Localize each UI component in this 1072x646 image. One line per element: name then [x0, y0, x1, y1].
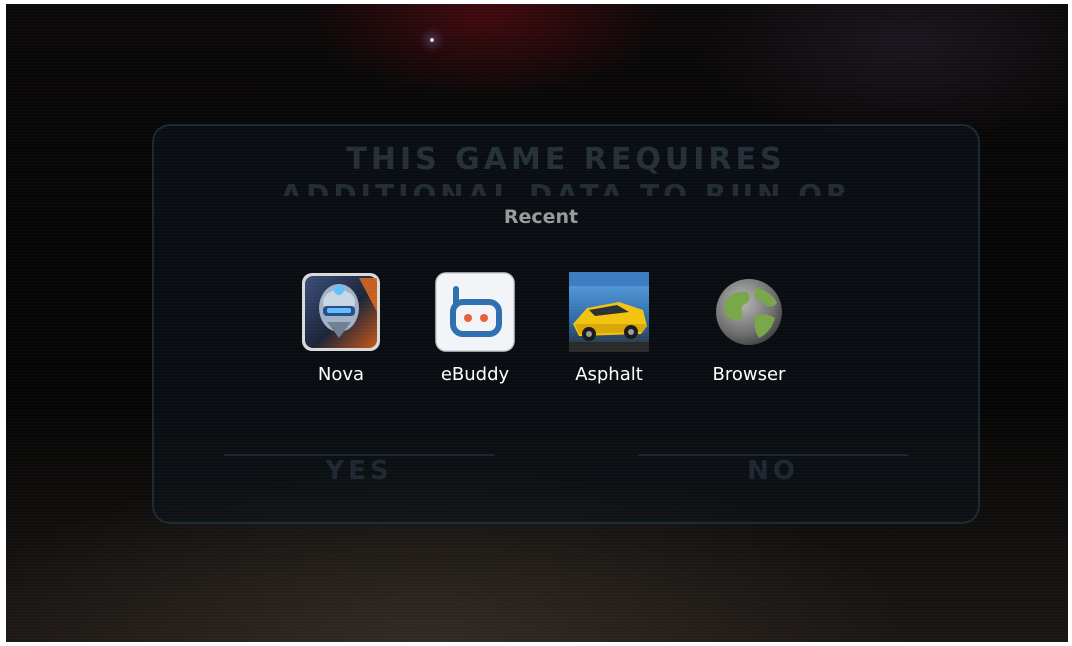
recent-app-nova[interactable]: Nova	[286, 272, 396, 385]
recent-apps-panel: Recent Nova eBuddy Asphalt Browser	[266, 192, 816, 412]
game-yes-button: YES	[224, 454, 494, 496]
recent-app-asphalt[interactable]: Asphalt	[554, 272, 664, 385]
star-decoration	[430, 38, 434, 42]
nova-game-icon	[301, 272, 381, 352]
game-dialog-title: THIS GAME REQUIRES	[346, 142, 786, 177]
home-screen-background: THIS GAME REQUIRES ADDITIONAL DATA TO RU…	[6, 4, 1068, 642]
recent-apps-title: Recent	[503, 206, 579, 228]
recent-app-label: Asphalt	[575, 364, 643, 385]
globe-icon	[709, 272, 789, 352]
recent-app-browser[interactable]: Browser	[694, 272, 804, 385]
recent-app-ebuddy[interactable]: eBuddy	[420, 272, 530, 385]
ebuddy-icon	[435, 272, 515, 352]
recent-app-label: Nova	[317, 364, 365, 385]
recent-app-label: Browser	[712, 364, 786, 385]
asphalt-game-icon	[569, 272, 649, 352]
game-no-button: NO	[638, 454, 908, 496]
recent-app-label: eBuddy	[440, 364, 510, 385]
